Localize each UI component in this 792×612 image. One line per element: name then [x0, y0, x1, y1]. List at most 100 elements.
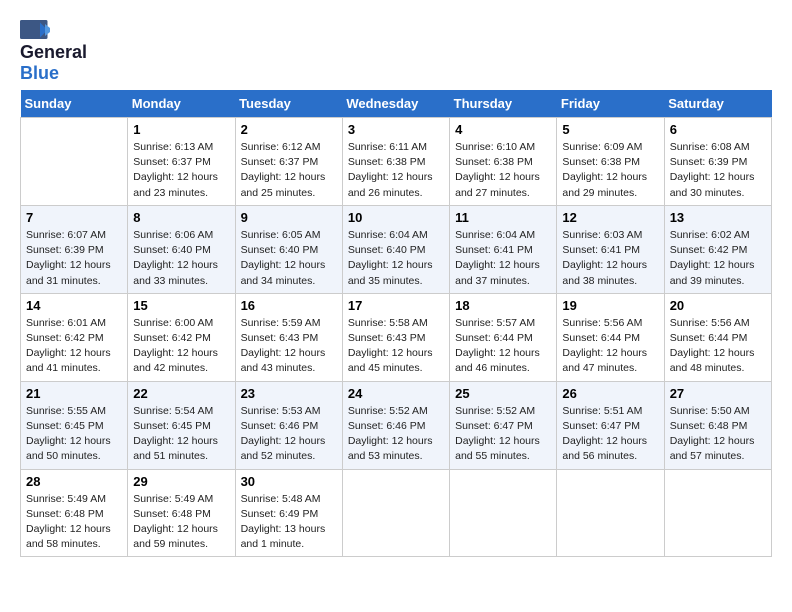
calendar-cell	[664, 469, 771, 557]
calendar-cell	[450, 469, 557, 557]
calendar-cell: 12 Sunrise: 6:03 AM Sunset: 6:41 PM Dayli…	[557, 205, 664, 293]
weekday-thursday: Thursday	[450, 90, 557, 118]
day-number: 12	[562, 210, 658, 225]
calendar-cell: 2Sunrise: 6:12 AM Sunset: 6:37 PM Daylig…	[235, 118, 342, 206]
day-number: 16	[241, 298, 337, 313]
calendar-cell: 4 Sunrise: 6:10 AM Sunset: 6:38 PM Daylig…	[450, 118, 557, 206]
day-number: 3	[348, 122, 444, 137]
day-number: 4	[455, 122, 551, 137]
day-content: Sunrise: 6:08 AM Sunset: 6:39 PM Dayligh…	[670, 140, 766, 201]
day-number: 30	[241, 474, 337, 489]
calendar-cell: 7 Sunrise: 6:07 AM Sunset: 6:39 PM Daylig…	[21, 205, 128, 293]
day-number: 21	[26, 386, 122, 401]
header: General Blue	[20, 20, 772, 84]
day-content: Sunrise: 5:59 AM Sunset: 6:43 PM Dayligh…	[241, 316, 337, 377]
weekday-saturday: Saturday	[664, 90, 771, 118]
day-content: Sunrise: 5:58 AM Sunset: 6:43 PM Dayligh…	[348, 316, 444, 377]
day-number: 27	[670, 386, 766, 401]
calendar-cell: 30 Sunrise: 5:48 AM Sunset: 6:49 PM Dayli…	[235, 469, 342, 557]
day-content: Sunrise: 5:53 AM Sunset: 6:46 PM Dayligh…	[241, 404, 337, 465]
weekday-friday: Friday	[557, 90, 664, 118]
calendar-cell: 23 Sunrise: 5:53 AM Sunset: 6:46 PM Dayli…	[235, 381, 342, 469]
calendar-cell: 21 Sunrise: 5:55 AM Sunset: 6:45 PM Dayli…	[21, 381, 128, 469]
calendar-week-2: 7 Sunrise: 6:07 AM Sunset: 6:39 PM Daylig…	[21, 205, 772, 293]
day-number: 14	[26, 298, 122, 313]
calendar-week-3: 14 Sunrise: 6:01 AM Sunset: 6:42 PM Dayli…	[21, 293, 772, 381]
day-number: 17	[348, 298, 444, 313]
calendar-cell: 5 Sunrise: 6:09 AM Sunset: 6:38 PM Daylig…	[557, 118, 664, 206]
calendar-cell: 17 Sunrise: 5:58 AM Sunset: 6:43 PM Dayli…	[342, 293, 449, 381]
calendar-cell: 20 Sunrise: 5:56 AM Sunset: 6:44 PM Dayli…	[664, 293, 771, 381]
calendar-week-1: 1 Sunrise: 6:13 AM Sunset: 6:37 PM Daylig…	[21, 118, 772, 206]
day-content: Sunrise: 6:06 AM Sunset: 6:40 PM Dayligh…	[133, 228, 229, 289]
day-content: Sunrise: 5:56 AM Sunset: 6:44 PM Dayligh…	[670, 316, 766, 377]
day-number: 7	[26, 210, 122, 225]
calendar-cell: 14 Sunrise: 6:01 AM Sunset: 6:42 PM Dayli…	[21, 293, 128, 381]
logo-text: General Blue	[20, 42, 87, 84]
day-content: Sunrise: 6:11 AM Sunset: 6:38 PM Dayligh…	[348, 140, 444, 201]
calendar-cell: 19 Sunrise: 5:56 AM Sunset: 6:44 PM Dayli…	[557, 293, 664, 381]
day-number: 5	[562, 122, 658, 137]
day-number: 28	[26, 474, 122, 489]
calendar-table: SundayMondayTuesdayWednesdayThursdayFrid…	[20, 90, 772, 557]
day-number: 29	[133, 474, 229, 489]
day-content: Sunrise: 5:57 AM Sunset: 6:44 PM Dayligh…	[455, 316, 551, 377]
day-content: Sunrise: 5:55 AM Sunset: 6:45 PM Dayligh…	[26, 404, 122, 465]
calendar-header: SundayMondayTuesdayWednesdayThursdayFrid…	[21, 90, 772, 118]
day-number: 11	[455, 210, 551, 225]
day-number: 1	[133, 122, 229, 137]
calendar-cell: 16 Sunrise: 5:59 AM Sunset: 6:43 PM Dayli…	[235, 293, 342, 381]
logo: General Blue	[20, 20, 87, 84]
day-number: 19	[562, 298, 658, 313]
day-number: 26	[562, 386, 658, 401]
day-content: Sunrise: 5:54 AM Sunset: 6:45 PM Dayligh…	[133, 404, 229, 465]
day-number: 13	[670, 210, 766, 225]
day-number: 23	[241, 386, 337, 401]
calendar-cell: 25Sunrise: 5:52 AM Sunset: 6:47 PM Dayli…	[450, 381, 557, 469]
day-content: Sunrise: 6:04 AM Sunset: 6:40 PM Dayligh…	[348, 228, 444, 289]
day-number: 24	[348, 386, 444, 401]
day-content: Sunrise: 6:01 AM Sunset: 6:42 PM Dayligh…	[26, 316, 122, 377]
day-content: Sunrise: 6:07 AM Sunset: 6:39 PM Dayligh…	[26, 228, 122, 289]
logo-graphic	[20, 20, 50, 40]
weekday-sunday: Sunday	[21, 90, 128, 118]
day-content: Sunrise: 5:51 AM Sunset: 6:47 PM Dayligh…	[562, 404, 658, 465]
calendar-cell	[557, 469, 664, 557]
calendar-cell: 22Sunrise: 5:54 AM Sunset: 6:45 PM Dayli…	[128, 381, 235, 469]
day-content: Sunrise: 6:00 AM Sunset: 6:42 PM Dayligh…	[133, 316, 229, 377]
day-content: Sunrise: 6:10 AM Sunset: 6:38 PM Dayligh…	[455, 140, 551, 201]
day-number: 9	[241, 210, 337, 225]
calendar-cell: 29Sunrise: 5:49 AM Sunset: 6:48 PM Dayli…	[128, 469, 235, 557]
weekday-monday: Monday	[128, 90, 235, 118]
day-content: Sunrise: 6:03 AM Sunset: 6:41 PM Dayligh…	[562, 228, 658, 289]
calendar-cell: 27Sunrise: 5:50 AM Sunset: 6:48 PM Dayli…	[664, 381, 771, 469]
day-number: 18	[455, 298, 551, 313]
day-content: Sunrise: 5:49 AM Sunset: 6:48 PM Dayligh…	[26, 492, 122, 553]
calendar-cell: 26 Sunrise: 5:51 AM Sunset: 6:47 PM Dayli…	[557, 381, 664, 469]
calendar-cell	[21, 118, 128, 206]
day-number: 8	[133, 210, 229, 225]
day-number: 2	[241, 122, 337, 137]
calendar-cell: 1 Sunrise: 6:13 AM Sunset: 6:37 PM Daylig…	[128, 118, 235, 206]
day-content: Sunrise: 6:02 AM Sunset: 6:42 PM Dayligh…	[670, 228, 766, 289]
day-number: 20	[670, 298, 766, 313]
calendar-cell: 18 Sunrise: 5:57 AM Sunset: 6:44 PM Dayli…	[450, 293, 557, 381]
weekday-wednesday: Wednesday	[342, 90, 449, 118]
day-content: Sunrise: 5:56 AM Sunset: 6:44 PM Dayligh…	[562, 316, 658, 377]
day-content: Sunrise: 5:48 AM Sunset: 6:49 PM Dayligh…	[241, 492, 337, 553]
day-content: Sunrise: 5:52 AM Sunset: 6:47 PM Dayligh…	[455, 404, 551, 465]
calendar-cell: 13 Sunrise: 6:02 AM Sunset: 6:42 PM Dayli…	[664, 205, 771, 293]
day-content: Sunrise: 6:13 AM Sunset: 6:37 PM Dayligh…	[133, 140, 229, 201]
calendar-cell: 10Sunrise: 6:04 AM Sunset: 6:40 PM Dayli…	[342, 205, 449, 293]
calendar-cell: 8 Sunrise: 6:06 AM Sunset: 6:40 PM Daylig…	[128, 205, 235, 293]
day-number: 15	[133, 298, 229, 313]
calendar-cell	[342, 469, 449, 557]
day-content: Sunrise: 6:09 AM Sunset: 6:38 PM Dayligh…	[562, 140, 658, 201]
day-content: Sunrise: 6:04 AM Sunset: 6:41 PM Dayligh…	[455, 228, 551, 289]
calendar-cell: 15 Sunrise: 6:00 AM Sunset: 6:42 PM Dayli…	[128, 293, 235, 381]
calendar-cell: 11 Sunrise: 6:04 AM Sunset: 6:41 PM Dayli…	[450, 205, 557, 293]
calendar-week-5: 28 Sunrise: 5:49 AM Sunset: 6:48 PM Dayli…	[21, 469, 772, 557]
weekday-tuesday: Tuesday	[235, 90, 342, 118]
day-content: Sunrise: 6:05 AM Sunset: 6:40 PM Dayligh…	[241, 228, 337, 289]
day-number: 6	[670, 122, 766, 137]
